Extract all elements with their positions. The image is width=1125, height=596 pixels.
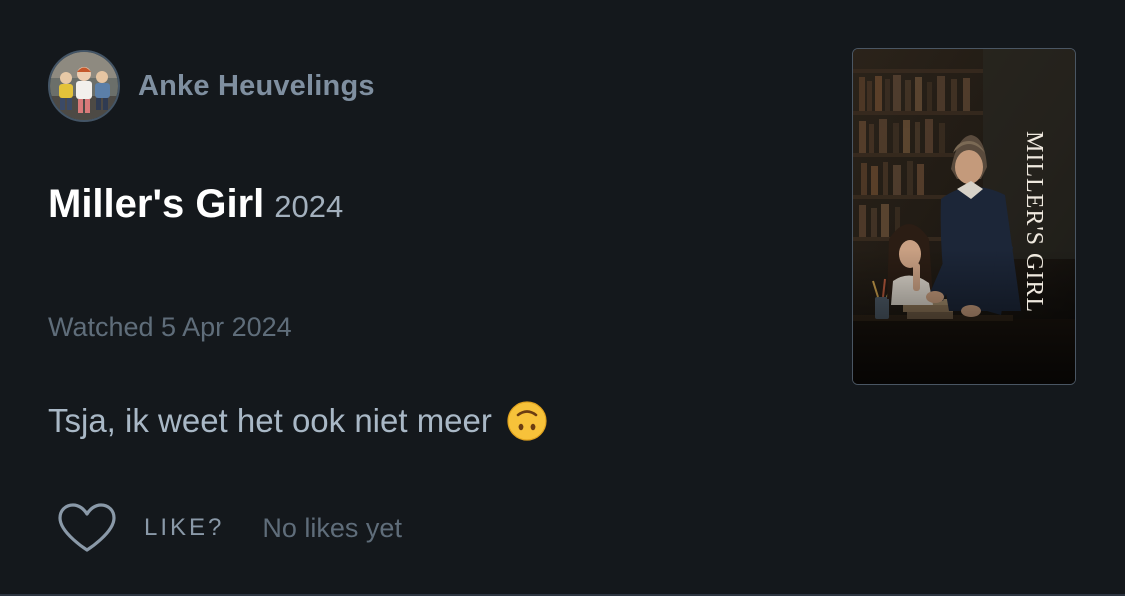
like-row: LIKE? No likes yet — [56, 500, 402, 556]
author-name[interactable]: Anke Heuvelings — [138, 70, 375, 103]
review-body: Tsja, ik weet het ook niet meer — [48, 400, 548, 442]
upside-down-face-icon — [507, 401, 547, 441]
like-button[interactable]: LIKE? — [144, 514, 224, 542]
avatar-image — [50, 52, 118, 120]
film-title[interactable]: Miller's Girl — [48, 182, 264, 227]
likes-status: No likes yet — [262, 512, 402, 543]
film-year[interactable]: 2024 — [274, 189, 343, 225]
poster-artwork: MILLER'S GIRL — [853, 49, 1075, 384]
review-text: Tsja, ik weet het ook niet meer — [48, 402, 492, 439]
watched-date: Watched 5 Apr 2024 — [48, 312, 292, 342]
review-screen: Anke Heuvelings Miller's Girl 2024 Watch… — [0, 0, 1125, 596]
film-title-row[interactable]: Miller's Girl 2024 — [48, 182, 343, 227]
author-row[interactable]: Anke Heuvelings — [48, 48, 375, 124]
heart-outline-icon[interactable] — [56, 502, 118, 554]
film-poster[interactable]: MILLER'S GIRL — [852, 48, 1076, 385]
avatar[interactable] — [48, 50, 120, 122]
poster-title: MILLER'S GIRL — [1021, 131, 1047, 313]
